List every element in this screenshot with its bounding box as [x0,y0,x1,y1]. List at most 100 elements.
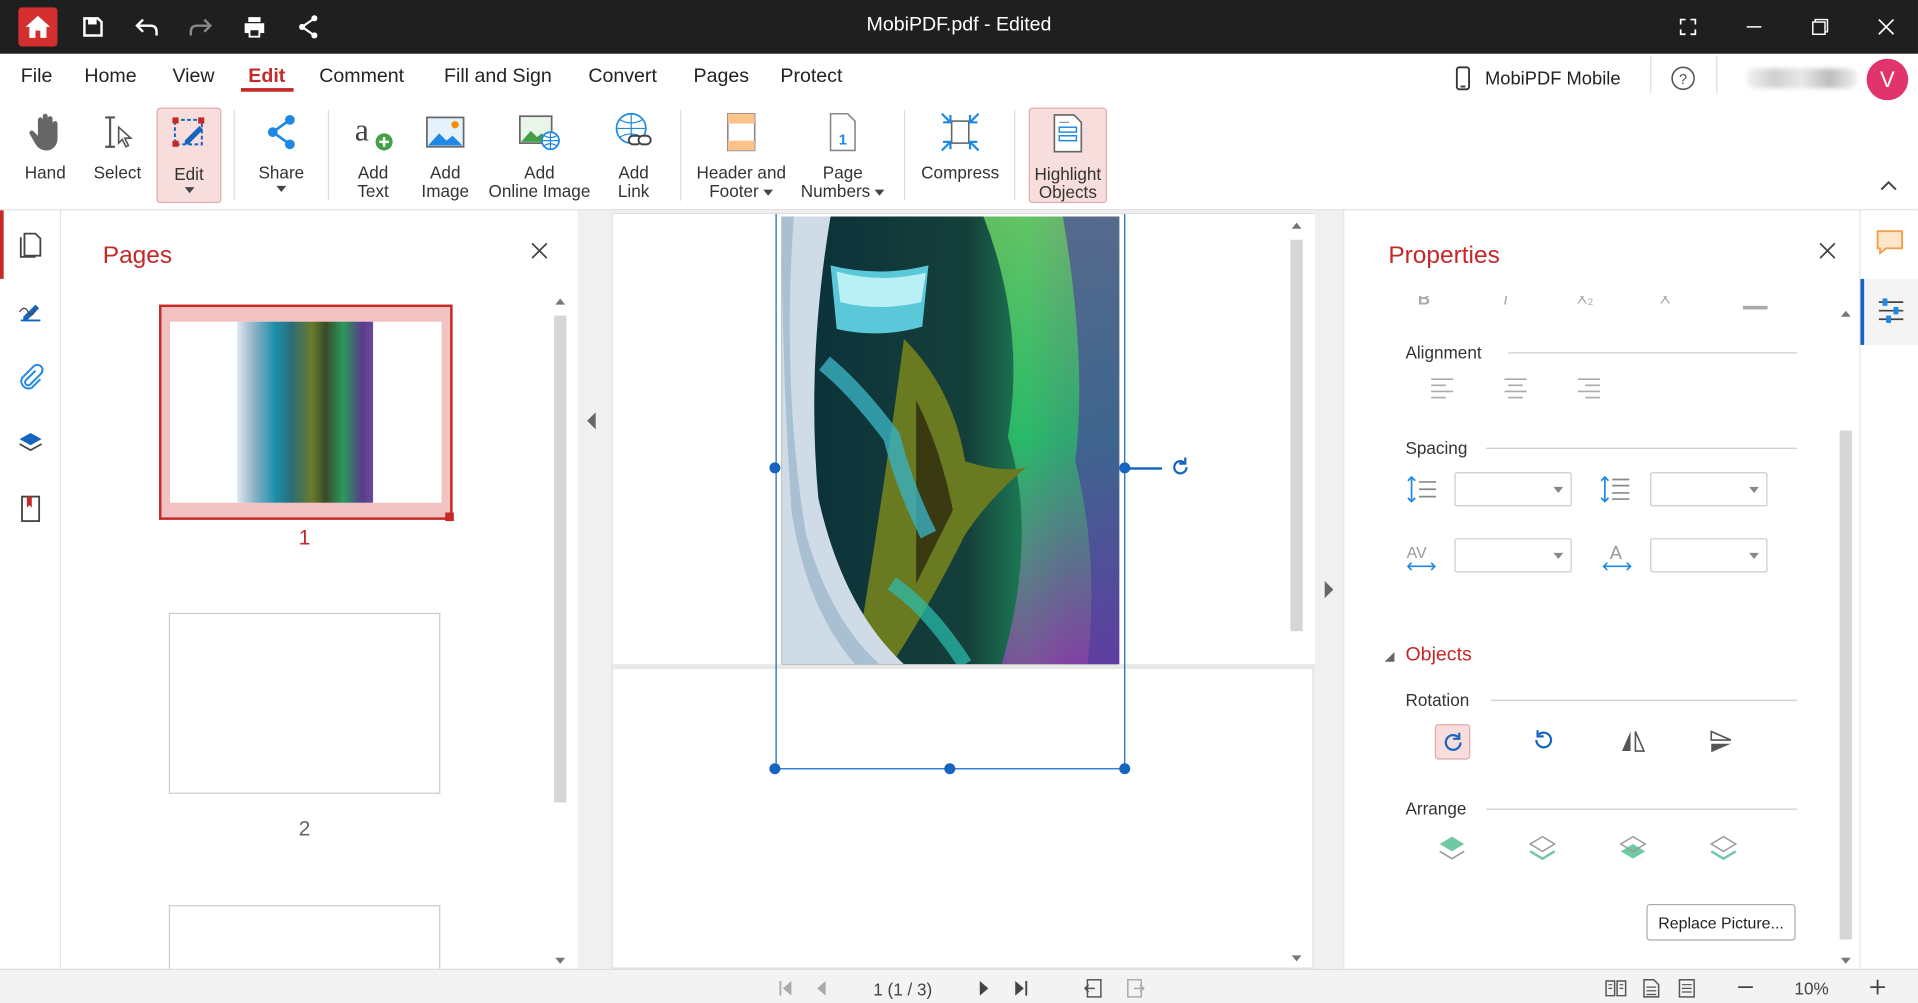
header-footer-button[interactable]: Header and Footer [692,108,790,203]
subscript-icon[interactable]: X₂ [1577,296,1594,307]
close-properties-button[interactable] [1819,242,1836,265]
page-thumbnail[interactable] [168,612,441,794]
close-pages-panel-button[interactable] [531,242,548,265]
italic-icon[interactable]: I [1503,296,1508,308]
rotate-clockwise-button[interactable] [1434,724,1471,760]
page-numbers-button[interactable]: 1 Page Numbers [798,108,889,203]
next-page-icon[interactable] [979,980,991,997]
line-spacing-select[interactable] [1454,472,1572,507]
character-spacing-select[interactable] [1454,538,1572,573]
account-name-blurred[interactable] [1746,68,1857,89]
page-thumbnail-selected[interactable] [159,304,454,522]
menu-comment[interactable]: Comment [319,66,404,88]
signature-icon[interactable] [16,296,45,325]
zoom-in-icon[interactable] [1869,979,1886,996]
attachment-icon[interactable] [16,362,45,391]
flip-horizontal-icon[interactable] [1621,729,1646,753]
pages-panel-title: Pages [102,242,173,270]
bold-icon[interactable]: B [1418,296,1430,308]
scrollbar-thumb[interactable] [1839,430,1852,940]
first-page-icon[interactable] [778,980,793,997]
go-back-view-icon[interactable] [1083,979,1104,999]
go-forward-view-icon[interactable] [1125,979,1145,999]
replace-picture-button[interactable]: Replace Picture... [1646,903,1796,941]
comments-tab[interactable] [1860,210,1918,277]
flip-vertical-icon[interactable] [1709,729,1733,753]
add-image-button[interactable]: Add Image [413,108,477,203]
pages-scrollbar[interactable] [553,296,568,964]
menu-file[interactable]: File [21,66,53,88]
add-link-button[interactable]: Add Link [604,108,663,203]
minimize-button[interactable] [1739,12,1768,41]
last-page-icon[interactable] [1014,980,1029,997]
scrollbar-thumb[interactable] [554,315,567,803]
zoom-out-icon[interactable] [1737,985,1754,990]
resize-handle[interactable] [769,462,781,474]
rotate-handle[interactable] [1169,456,1191,484]
collapse-left-panel-button[interactable] [585,411,597,437]
previous-page-icon[interactable] [815,980,827,997]
resize-handle[interactable] [1119,763,1131,775]
selection-box [775,214,1126,770]
menu-protect[interactable]: Protect [780,66,842,88]
single-page-view-icon[interactable] [1643,979,1660,999]
share-dropdown-caret [276,185,287,193]
pages-icon[interactable] [16,230,45,259]
strikethrough-icon[interactable]: X [1660,296,1671,307]
menu-view[interactable]: View [172,66,214,88]
align-center-icon[interactable] [1503,377,1527,399]
close-window-button[interactable] [1871,12,1900,41]
continuous-view-icon[interactable] [1678,979,1695,999]
highlight-objects-button[interactable]: Highlight Objects [1028,107,1107,204]
page-indicator[interactable]: 1 (1 / 3) [856,980,949,1000]
compress-button[interactable]: Compress [917,108,1003,203]
bookmark-icon[interactable] [16,494,45,523]
add-image-label-1: Add [429,162,461,183]
properties-panel: Properties B I X₂ X Alignment Spacing AV… [1343,210,1860,969]
menu-pages[interactable]: Pages [694,66,750,88]
scrollbar-thumb[interactable] [1290,239,1303,632]
svg-text:a: a [355,113,369,148]
menu-fill-and-sign[interactable]: Fill and Sign [444,66,552,88]
objects-section-title[interactable]: Objects [1405,645,1471,667]
menu-convert[interactable]: Convert [588,66,657,88]
zoom-level[interactable]: 10% [1781,979,1842,999]
add-online-image-button[interactable]: Add Online Image [487,108,592,203]
two-page-view-icon[interactable] [1605,979,1627,999]
document-scrollbar[interactable] [1289,220,1304,964]
share-button[interactable]: Share [250,108,314,203]
select-tool-button[interactable]: Select [88,108,147,203]
rotate-counterclockwise-icon[interactable] [1533,729,1555,751]
help-button[interactable]: ? [1671,66,1695,97]
menu-home[interactable]: Home [84,66,136,88]
underline-color-icon[interactable] [1743,305,1768,310]
collapse-triangle-icon[interactable] [1383,651,1395,663]
paragraph-spacing-select[interactable] [1650,472,1768,507]
align-left-icon[interactable] [1430,377,1454,399]
fullscreen-button[interactable] [1673,12,1702,41]
properties-scrollbar[interactable] [1838,308,1853,969]
collapse-ribbon-button[interactable] [1880,176,1897,198]
hand-tool-button[interactable]: Hand [17,108,73,203]
document-viewport[interactable] [611,212,1315,969]
avatar[interactable]: V [1866,58,1909,101]
collapse-right-panel-button[interactable] [1324,580,1336,606]
page-thumbnail[interactable] [168,905,441,979]
bring-forward-icon[interactable] [1528,834,1557,861]
properties-tab[interactable] [1860,278,1918,345]
send-to-back-icon[interactable] [1709,834,1738,861]
scroll-up-icon [555,298,566,305]
send-backward-icon[interactable] [1618,834,1647,861]
bring-to-front-icon[interactable] [1437,834,1466,861]
edit-tool-button[interactable]: Edit [156,107,222,204]
align-right-icon[interactable] [1577,377,1601,399]
highlight-objects-label-1: Highlight [1034,163,1102,184]
resize-handle[interactable] [769,763,781,775]
font-scale-select[interactable] [1650,538,1768,573]
restore-button[interactable] [1805,12,1834,41]
layers-icon[interactable] [16,428,45,457]
add-text-button[interactable]: a Add Text [342,108,403,203]
mobile-app-link[interactable]: MobiPDF Mobile [1455,66,1621,91]
resize-handle[interactable] [944,763,956,775]
menu-edit[interactable]: Edit [248,66,285,88]
